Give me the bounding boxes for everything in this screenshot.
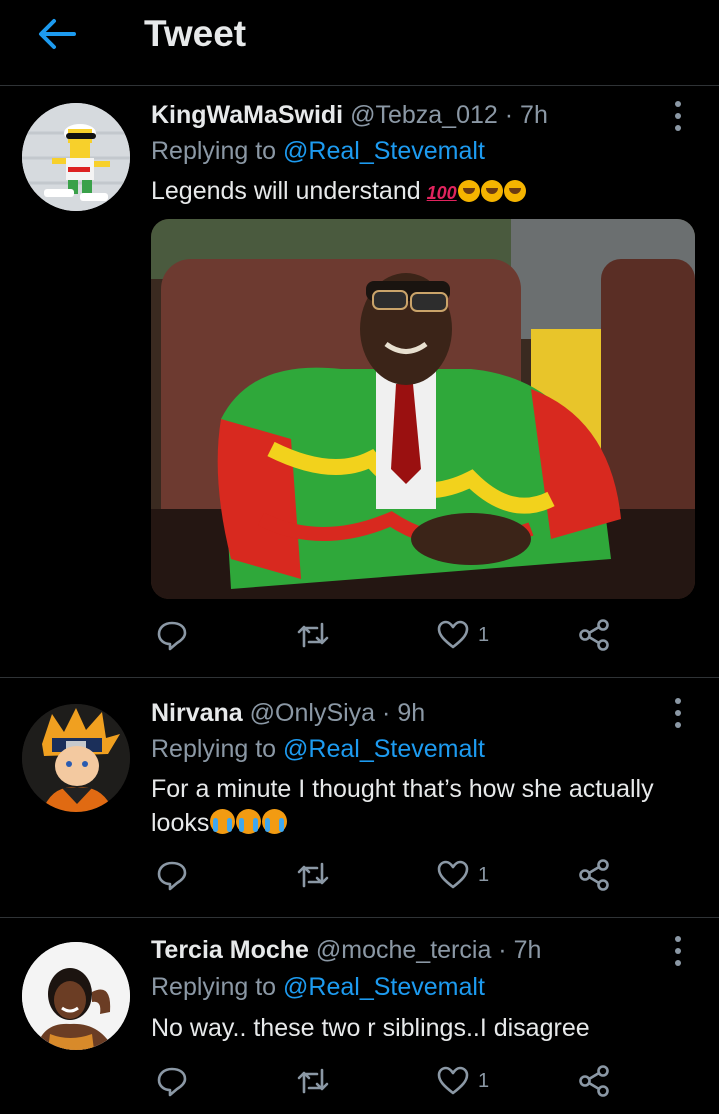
share-button[interactable] [577, 618, 611, 658]
share-icon [579, 859, 609, 891]
replying-to: Replying to @Real_Stevemalt [151, 137, 485, 166]
reply-button[interactable] [155, 858, 189, 898]
mention-link[interactable]: @Real_Stevemalt [283, 137, 485, 165]
back-arrow-icon[interactable] [34, 16, 78, 52]
crying-emoji [236, 809, 262, 834]
share-button[interactable] [577, 1064, 611, 1104]
like-count: 1 [478, 864, 490, 886]
reply-icon [157, 861, 187, 891]
like-button[interactable]: 1 [436, 858, 489, 898]
like-count: 1 [478, 624, 490, 646]
tweet-header: Nirvana @OnlySiya · 9h [151, 699, 425, 728]
more-options-icon[interactable] [666, 934, 690, 968]
reply-icon [157, 621, 187, 651]
timestamp[interactable]: 9h [397, 699, 425, 727]
like-count: 1 [478, 1070, 490, 1092]
reply-icon [157, 1067, 187, 1097]
share-icon [579, 1065, 609, 1097]
username[interactable]: @moche_tercia [316, 936, 491, 964]
like-button[interactable]: 1 [436, 1064, 489, 1104]
heart-icon [437, 860, 469, 889]
tweet-text-line: For a minute I thought that’s how she ac… [151, 775, 654, 803]
tweet-header: KingWaMaSwidi @Tebza_012 · 7h [151, 101, 548, 130]
top-bar: Tweet [0, 0, 719, 86]
tweet-text-line: looks [151, 809, 210, 837]
timestamp[interactable]: 7h [514, 936, 542, 964]
page-title: Tweet [144, 13, 247, 54]
crying-emoji [262, 809, 288, 834]
heart-icon [437, 620, 469, 649]
avatar[interactable] [22, 704, 130, 812]
tweet-card[interactable]: Nirvana @OnlySiya · 9h Replying to @Real… [0, 678, 719, 918]
retweet-button[interactable] [295, 1064, 331, 1104]
separator: · [498, 936, 507, 964]
reply-button[interactable] [155, 1064, 189, 1104]
tweet-actions: 1 [151, 1064, 631, 1104]
share-button[interactable] [577, 858, 611, 898]
tweet-text: No way.. these two r siblings..I disagre… [151, 1011, 671, 1045]
replying-label: Replying to [151, 137, 277, 165]
separator: · [382, 699, 391, 727]
reply-button[interactable] [155, 618, 189, 658]
retweet-icon [297, 862, 329, 888]
mention-link[interactable]: @Real_Stevemalt [283, 735, 485, 763]
tweet-card[interactable]: Tercia Moche @moche_tercia · 7h Replying… [0, 918, 719, 1114]
username[interactable]: @OnlySiya [250, 699, 375, 727]
tweet-card[interactable]: KingWaMaSwidi @Tebza_012 · 7h Replying t… [0, 87, 719, 678]
retweet-icon [297, 1068, 329, 1094]
replying-label: Replying to [151, 973, 277, 1001]
tweet-actions: 1 [151, 858, 631, 898]
tweet-actions: 1 [151, 618, 631, 658]
rofl-emoji [480, 180, 503, 202]
timestamp[interactable]: 7h [520, 101, 548, 129]
avatar[interactable] [22, 942, 130, 1050]
tweet-header: Tercia Moche @moche_tercia · 7h [151, 936, 541, 965]
share-icon [579, 619, 609, 651]
more-options-icon[interactable] [666, 696, 690, 730]
display-name[interactable]: KingWaMaSwidi [151, 101, 343, 129]
heart-icon [437, 1066, 469, 1095]
like-button[interactable]: 1 [436, 618, 489, 658]
replying-to: Replying to @Real_Stevemalt [151, 735, 485, 764]
display-name[interactable]: Nirvana [151, 699, 243, 727]
tweet-text: For a minute I thought that’s how she ac… [151, 772, 671, 840]
replying-to: Replying to @Real_Stevemalt [151, 973, 485, 1002]
retweet-button[interactable] [295, 858, 331, 898]
avatar[interactable] [22, 103, 130, 211]
username[interactable]: @Tebza_012 [350, 101, 498, 129]
tweet-text-content: Legends will understand [151, 177, 421, 205]
display-name[interactable]: Tercia Moche [151, 936, 309, 964]
replying-label: Replying to [151, 735, 277, 763]
tweet-text: Legends will understand 100 [151, 174, 671, 210]
tweet-image[interactable] [151, 219, 695, 599]
more-options-icon[interactable] [666, 99, 690, 133]
tweet-text-content: No way.. these two r siblings..I disagre… [151, 1014, 590, 1042]
crying-emoji [210, 809, 236, 834]
hundred-points-emoji: 100 [426, 183, 457, 203]
retweet-button[interactable] [295, 618, 331, 658]
retweet-icon [297, 622, 329, 648]
rofl-emoji [503, 180, 526, 202]
rofl-emoji [457, 180, 480, 202]
separator: · [504, 101, 514, 129]
mention-link[interactable]: @Real_Stevemalt [283, 973, 485, 1001]
